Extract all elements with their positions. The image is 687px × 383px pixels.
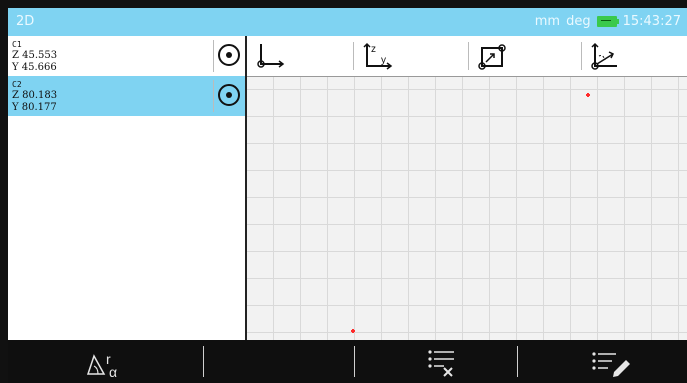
frame-origin-button[interactable]: [468, 40, 510, 72]
point-marker[interactable]: [586, 93, 590, 97]
list-delete-icon: [428, 349, 454, 377]
axis-z-label: z: [371, 44, 376, 55]
item-z-value: Z 45.553: [12, 50, 58, 61]
coordinate-list: C1 Z 45.553 Y 45.666 C2 Z 80.183 Y 80.17…: [8, 36, 247, 340]
origin-axes-icon: [257, 44, 285, 68]
axis-toolbar: z y: [247, 36, 687, 77]
battery-icon: [596, 16, 619, 27]
status-area: mm deg 15:43:27: [535, 14, 681, 29]
list-edit-button[interactable]: [528, 340, 687, 383]
target-icon[interactable]: [218, 84, 240, 106]
toolbar-separator: [353, 42, 354, 70]
axis-rotate-button[interactable]: [581, 40, 623, 72]
item-id: C1: [12, 40, 22, 49]
polar-angle-icon: r α: [86, 351, 117, 380]
point-marker[interactable]: [351, 329, 355, 333]
bottom-toolbar: r α: [8, 340, 687, 383]
app-window: 2D mm deg 15:43:27 C1 Z 45.553 Y 45.666 …: [8, 8, 687, 383]
origin-axes-button[interactable]: [255, 40, 291, 72]
list-delete-button[interactable]: [360, 340, 520, 383]
grid: [247, 36, 687, 340]
toolbar-divider: [203, 346, 204, 377]
frame-origin-icon: [478, 44, 506, 70]
item-y-value: Y 45.666: [12, 62, 57, 73]
list-item[interactable]: C1 Z 45.553 Y 45.666: [8, 36, 245, 76]
item-id: C2: [12, 80, 22, 89]
axis-zy-button[interactable]: z y: [353, 40, 395, 72]
polar-button[interactable]: r α: [26, 340, 186, 383]
polar-alpha-label: α: [109, 364, 117, 380]
item-y-value: Y 80.177: [12, 102, 57, 113]
toolbar-separator: [581, 42, 582, 70]
title-bar: 2D mm deg 15:43:27: [8, 8, 687, 36]
toolbar-divider: [354, 346, 355, 377]
list-edit-icon: [592, 351, 630, 377]
units-label: mm: [534, 14, 561, 29]
axis-rotate-icon: [591, 42, 617, 70]
app-title: 2D: [16, 14, 35, 29]
list-item[interactable]: C2 Z 80.183 Y 80.177: [8, 76, 245, 116]
axis-zy-icon: z y: [363, 42, 393, 70]
angle-units-label: deg: [566, 14, 591, 29]
target-icon[interactable]: [218, 44, 240, 66]
time-label: 15:43:27: [622, 14, 681, 29]
item-z-value: Z 80.183: [12, 90, 58, 101]
toolbar-divider: [517, 346, 518, 377]
plot-canvas[interactable]: z y: [247, 36, 687, 340]
item-separator: [213, 40, 214, 72]
item-separator: [213, 80, 214, 112]
axis-y-label: y: [381, 55, 386, 66]
toolbar-separator: [468, 42, 469, 70]
